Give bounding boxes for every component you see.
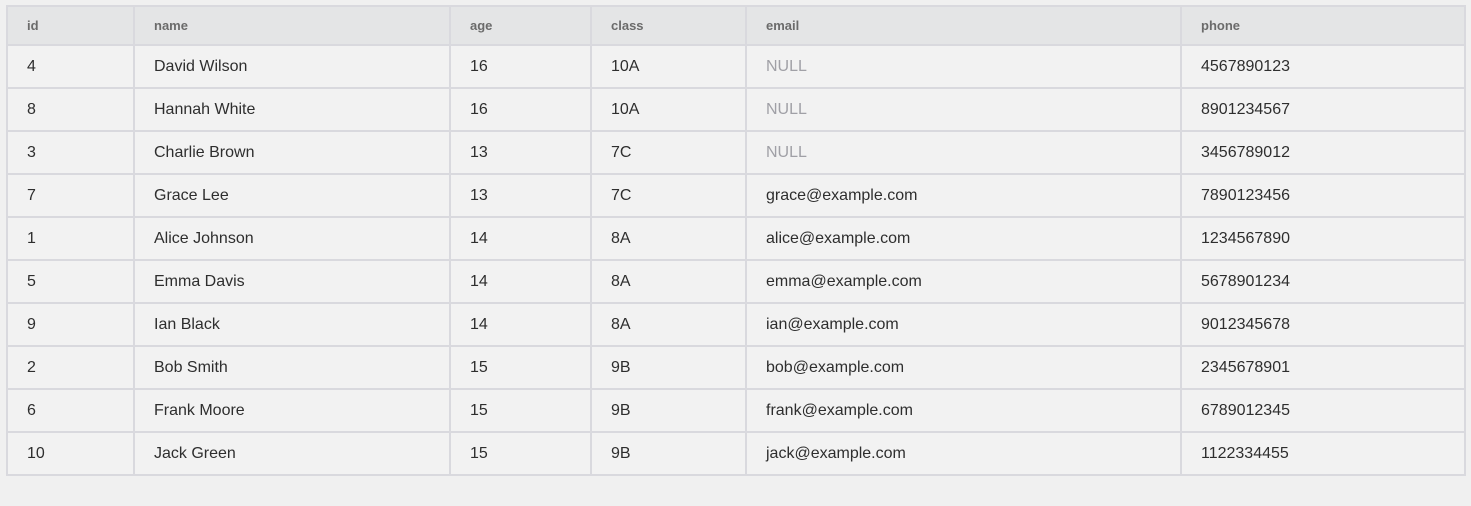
cell-phone[interactable]: 1234567890 <box>1180 216 1466 261</box>
cell-age[interactable]: 13 <box>449 173 592 218</box>
cell-id[interactable]: 2 <box>6 345 135 390</box>
cell-age[interactable]: 16 <box>449 44 592 89</box>
cell-phone[interactable]: 3456789012 <box>1180 130 1466 175</box>
cell-name[interactable]: Jack Green <box>133 431 451 476</box>
cell-class[interactable]: 8A <box>590 302 747 347</box>
table-row: 8 Hannah White 16 10A NULL 8901234567 <box>6 87 1466 132</box>
cell-email[interactable]: emma@example.com <box>745 259 1182 304</box>
column-header-email[interactable]: email <box>745 5 1182 46</box>
cell-email[interactable]: jack@example.com <box>745 431 1182 476</box>
cell-email[interactable]: NULL <box>745 44 1182 89</box>
cell-name[interactable]: Hannah White <box>133 87 451 132</box>
cell-id[interactable]: 9 <box>6 302 135 347</box>
cell-id[interactable]: 1 <box>6 216 135 261</box>
cell-class[interactable]: 9B <box>590 345 747 390</box>
results-table-container: id name age class email phone 4 David Wi… <box>6 5 1466 476</box>
cell-name[interactable]: Bob Smith <box>133 345 451 390</box>
table-row: 1 Alice Johnson 14 8A alice@example.com … <box>6 216 1466 261</box>
cell-age[interactable]: 16 <box>449 87 592 132</box>
cell-email[interactable]: alice@example.com <box>745 216 1182 261</box>
cell-name[interactable]: Emma Davis <box>133 259 451 304</box>
cell-class[interactable]: 8A <box>590 259 747 304</box>
cell-age[interactable]: 14 <box>449 216 592 261</box>
cell-id[interactable]: 8 <box>6 87 135 132</box>
cell-age[interactable]: 14 <box>449 302 592 347</box>
cell-name[interactable]: David Wilson <box>133 44 451 89</box>
cell-age[interactable]: 13 <box>449 130 592 175</box>
cell-email[interactable]: NULL <box>745 130 1182 175</box>
column-header-id[interactable]: id <box>6 5 135 46</box>
cell-name[interactable]: Grace Lee <box>133 173 451 218</box>
cell-class[interactable]: 7C <box>590 130 747 175</box>
table-row: 2 Bob Smith 15 9B bob@example.com 234567… <box>6 345 1466 390</box>
cell-id[interactable]: 4 <box>6 44 135 89</box>
table-row: 4 David Wilson 16 10A NULL 4567890123 <box>6 44 1466 89</box>
table-row: 10 Jack Green 15 9B jack@example.com 112… <box>6 431 1466 476</box>
results-table: id name age class email phone 4 David Wi… <box>6 5 1466 476</box>
cell-class[interactable]: 8A <box>590 216 747 261</box>
cell-id[interactable]: 5 <box>6 259 135 304</box>
table-row: 3 Charlie Brown 13 7C NULL 3456789012 <box>6 130 1466 175</box>
cell-phone[interactable]: 7890123456 <box>1180 173 1466 218</box>
cell-phone[interactable]: 8901234567 <box>1180 87 1466 132</box>
cell-phone[interactable]: 1122334455 <box>1180 431 1466 476</box>
cell-email[interactable]: bob@example.com <box>745 345 1182 390</box>
cell-email[interactable]: NULL <box>745 87 1182 132</box>
cell-class[interactable]: 7C <box>590 173 747 218</box>
table-row: 5 Emma Davis 14 8A emma@example.com 5678… <box>6 259 1466 304</box>
cell-age[interactable]: 14 <box>449 259 592 304</box>
table-row: 9 Ian Black 14 8A ian@example.com 901234… <box>6 302 1466 347</box>
cell-age[interactable]: 15 <box>449 388 592 433</box>
column-header-phone[interactable]: phone <box>1180 5 1466 46</box>
cell-class[interactable]: 9B <box>590 431 747 476</box>
cell-class[interactable]: 10A <box>590 87 747 132</box>
cell-id[interactable]: 3 <box>6 130 135 175</box>
table-row: 7 Grace Lee 13 7C grace@example.com 7890… <box>6 173 1466 218</box>
cell-email[interactable]: frank@example.com <box>745 388 1182 433</box>
cell-age[interactable]: 15 <box>449 431 592 476</box>
column-header-name[interactable]: name <box>133 5 451 46</box>
cell-id[interactable]: 7 <box>6 173 135 218</box>
cell-phone[interactable]: 2345678901 <box>1180 345 1466 390</box>
cell-name[interactable]: Alice Johnson <box>133 216 451 261</box>
cell-name[interactable]: Ian Black <box>133 302 451 347</box>
cell-email[interactable]: grace@example.com <box>745 173 1182 218</box>
table-row: 6 Frank Moore 15 9B frank@example.com 67… <box>6 388 1466 433</box>
cell-email[interactable]: ian@example.com <box>745 302 1182 347</box>
cell-class[interactable]: 9B <box>590 388 747 433</box>
cell-phone[interactable]: 5678901234 <box>1180 259 1466 304</box>
cell-id[interactable]: 10 <box>6 431 135 476</box>
cell-name[interactable]: Frank Moore <box>133 388 451 433</box>
column-header-class[interactable]: class <box>590 5 747 46</box>
cell-phone[interactable]: 9012345678 <box>1180 302 1466 347</box>
column-header-age[interactable]: age <box>449 5 592 46</box>
cell-age[interactable]: 15 <box>449 345 592 390</box>
table-header-row: id name age class email phone <box>6 5 1466 46</box>
cell-name[interactable]: Charlie Brown <box>133 130 451 175</box>
cell-phone[interactable]: 4567890123 <box>1180 44 1466 89</box>
cell-id[interactable]: 6 <box>6 388 135 433</box>
cell-phone[interactable]: 6789012345 <box>1180 388 1466 433</box>
cell-class[interactable]: 10A <box>590 44 747 89</box>
